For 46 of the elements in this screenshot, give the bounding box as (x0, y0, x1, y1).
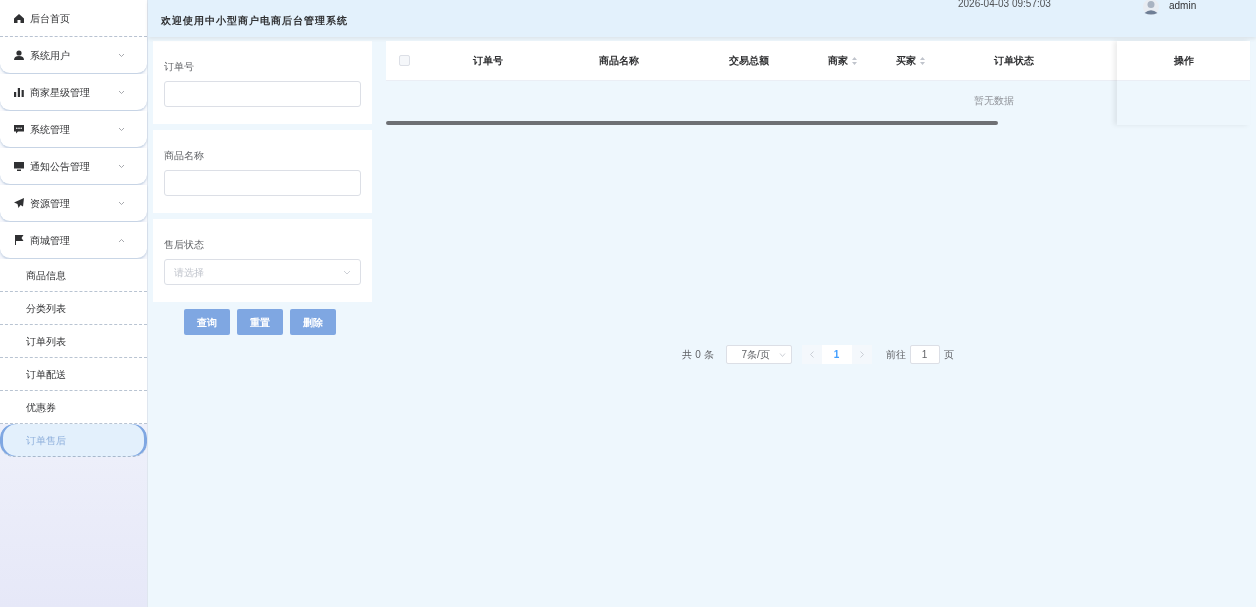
menu-item[interactable]: 通知公告管理 (0, 148, 147, 185)
user-icon (14, 50, 24, 60)
input-field[interactable] (164, 170, 361, 196)
goto-label: 前往 (885, 348, 906, 362)
column-header: 订单号 (472, 54, 503, 68)
datetime-text: 2026-04-03 09:57:03 (958, 0, 1051, 9)
menu-item[interactable]: 资源管理 (0, 185, 147, 222)
total-text: 共 0 条 (682, 348, 714, 362)
column-header: 订单状态 (993, 54, 1034, 68)
column-header: 商品名称 (599, 54, 639, 68)
chat-bubble-icon (14, 124, 24, 134)
sort-icon (919, 56, 925, 65)
menu-item[interactable]: 系统用户 (0, 37, 147, 74)
menu-item[interactable]: 系统管理 (0, 111, 147, 148)
column-header: 交易总额 (729, 54, 769, 68)
username-text: admin (1169, 0, 1197, 11)
checkbox[interactable] (399, 55, 410, 66)
page-size-select[interactable]: 7条/页 (725, 345, 792, 364)
chevron-left-icon (809, 351, 814, 358)
menu-item[interactable]: 商家星级管理 (0, 74, 147, 111)
paper-plane-icon (14, 198, 24, 208)
chevron-down-icon (343, 269, 351, 275)
submenu-item[interactable]: 订单配送 (0, 358, 147, 391)
submenu-item[interactable]: 商品信息 (0, 259, 147, 292)
column-header[interactable]: 商家 (828, 53, 857, 68)
submenu-item[interactable]: 优惠券 (0, 391, 147, 424)
page-suffix: 页 (943, 348, 954, 362)
flag-icon (14, 235, 24, 245)
column-header: 操作 (1173, 54, 1194, 68)
monitor-icon (14, 161, 24, 171)
home-icon (14, 13, 24, 23)
field-label: 售后状态 (164, 238, 205, 252)
menu-item[interactable]: 商城管理 (0, 222, 147, 259)
bar-chart-icon (14, 87, 24, 97)
sort-icon (852, 56, 857, 65)
submenu-item[interactable]: 分类列表 (0, 292, 147, 325)
submenu-item[interactable]: 订单列表 (0, 325, 147, 358)
empty-text: 暂无数据 (974, 94, 1014, 108)
chevron-down-icon (778, 352, 786, 357)
column-header[interactable]: 买家 (895, 53, 925, 68)
chevron-right-icon (859, 351, 864, 358)
page-input[interactable]: 1 (909, 345, 940, 364)
input-field[interactable] (164, 81, 361, 107)
field-label: 商品名称 (164, 149, 205, 163)
page-title: 欢迎使用中小型商户电商后台管理系统 (161, 14, 348, 28)
field-label: 订单号 (164, 60, 195, 74)
